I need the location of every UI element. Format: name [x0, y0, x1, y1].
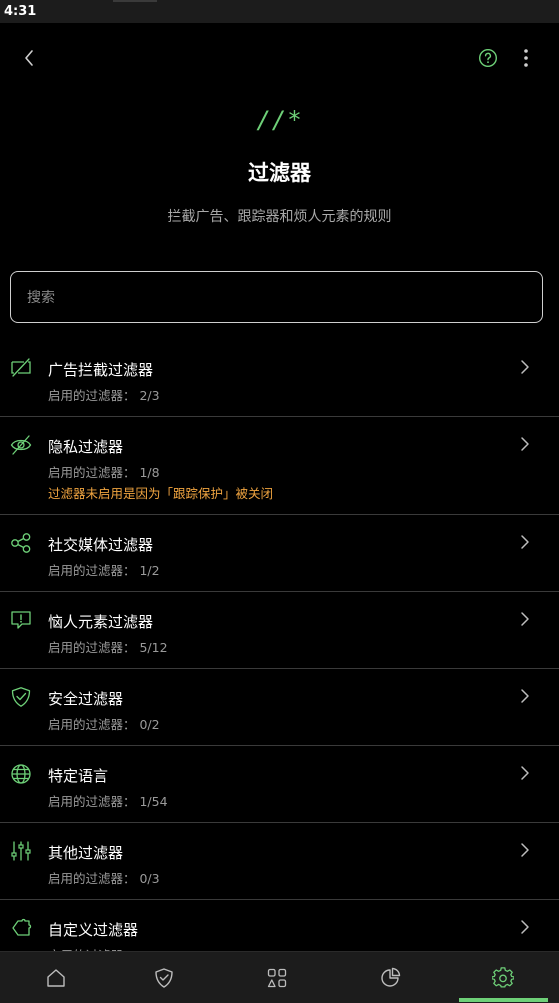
filter-enabled-count: 启用的过滤器： 1/8 — [48, 465, 160, 480]
filter-enabled-count: 启用的过滤器： 1/54 — [48, 794, 168, 809]
status-bar-notch — [113, 0, 157, 2]
more-options-button[interactable] — [512, 44, 540, 72]
globe-icon — [10, 763, 32, 785]
nav-statistics[interactable] — [334, 952, 446, 1003]
shield-check-icon — [155, 967, 173, 988]
chevron-right-icon — [518, 763, 532, 783]
chevron-right-icon — [518, 917, 532, 937]
alert-message-icon — [10, 609, 32, 631]
filter-row-language-specific[interactable]: 特定语言 启用的过滤器： 1/54 — [0, 746, 559, 823]
help-button[interactable] — [474, 44, 502, 72]
more-vertical-icon — [524, 49, 528, 67]
filter-title: 恼人元素过滤器 — [48, 613, 154, 631]
filter-title: 广告拦截过滤器 — [48, 361, 154, 379]
filter-title: 安全过滤器 — [48, 690, 124, 708]
eye-off-icon — [10, 434, 32, 456]
gear-icon — [492, 966, 514, 988]
filter-row-ad-blocking[interactable]: 广告拦截过滤器 启用的过滤器： 2/3 — [0, 340, 559, 417]
filter-title: 特定语言 — [48, 767, 109, 785]
search-input[interactable] — [25, 272, 529, 324]
sliders-icon — [10, 840, 32, 862]
filter-row-annoyances[interactable]: 恼人元素过滤器 启用的过滤器： 5/12 — [0, 592, 559, 669]
filter-title: 社交媒体过滤器 — [48, 536, 154, 554]
filter-title: 自定义过滤器 — [48, 921, 139, 939]
share-icon — [10, 532, 32, 554]
filter-row-security[interactable]: 安全过滤器 启用的过滤器： 0/2 — [0, 669, 559, 746]
nav-protection[interactable] — [108, 952, 220, 1003]
pie-chart-icon — [381, 967, 401, 987]
chevron-right-icon — [518, 840, 532, 860]
filter-enabled-count: 启用的过滤器： 0/2 — [48, 717, 160, 732]
help-icon — [478, 48, 498, 68]
nav-apps[interactable] — [221, 952, 333, 1003]
filter-warning: 过滤器未启用是因为「跟踪保护」被关闭 — [48, 486, 274, 501]
filter-row-social-media[interactable]: 社交媒体过滤器 启用的过滤器： 1/2 — [0, 515, 559, 592]
back-button[interactable] — [14, 44, 44, 72]
page-subtitle: 拦截广告、跟踪器和烦人元素的规则 — [167, 209, 392, 225]
active-tab-indicator — [459, 998, 548, 1002]
shield-check-icon — [10, 686, 32, 708]
filters-logo: //* — [256, 106, 303, 134]
filter-enabled-count: 启用的过滤器： 5/12 — [48, 640, 168, 655]
chevron-left-icon — [25, 50, 33, 66]
chevron-right-icon — [518, 686, 532, 706]
filter-enabled-count: 启用的过滤器： 1/2 — [48, 563, 160, 578]
filter-row-privacy[interactable]: 隐私过滤器 启用的过滤器： 1/8 过滤器未启用是因为「跟踪保护」被关闭 — [0, 417, 559, 515]
status-time: 4:31 — [4, 4, 37, 19]
page-title: 过滤器 — [248, 161, 311, 185]
chevron-right-icon — [518, 609, 532, 629]
search-box — [10, 271, 543, 324]
chevron-right-icon — [518, 532, 532, 552]
chevron-right-icon — [518, 434, 532, 454]
bottom-navigation — [0, 951, 559, 1003]
status-bar: 4:31 — [0, 0, 559, 23]
nav-settings[interactable] — [447, 952, 559, 1003]
apps-icon — [267, 968, 287, 987]
filter-title: 其他过滤器 — [48, 844, 124, 862]
nav-home[interactable] — [0, 952, 112, 1003]
filter-enabled-count: 启用的过滤器： 2/3 — [48, 388, 160, 403]
chevron-right-icon — [518, 357, 532, 377]
filter-title: 隐私过滤器 — [48, 438, 124, 456]
puzzle-icon — [10, 917, 32, 939]
home-icon — [47, 968, 65, 987]
filter-enabled-count: 启用的过滤器： 0/3 — [48, 871, 160, 886]
filter-list: 广告拦截过滤器 启用的过滤器： 2/3 隐私过滤器 启用的过滤器： 1/8 过滤… — [0, 340, 559, 977]
filter-row-other[interactable]: 其他过滤器 启用的过滤器： 0/3 — [0, 823, 559, 900]
ad-block-icon — [10, 357, 32, 379]
